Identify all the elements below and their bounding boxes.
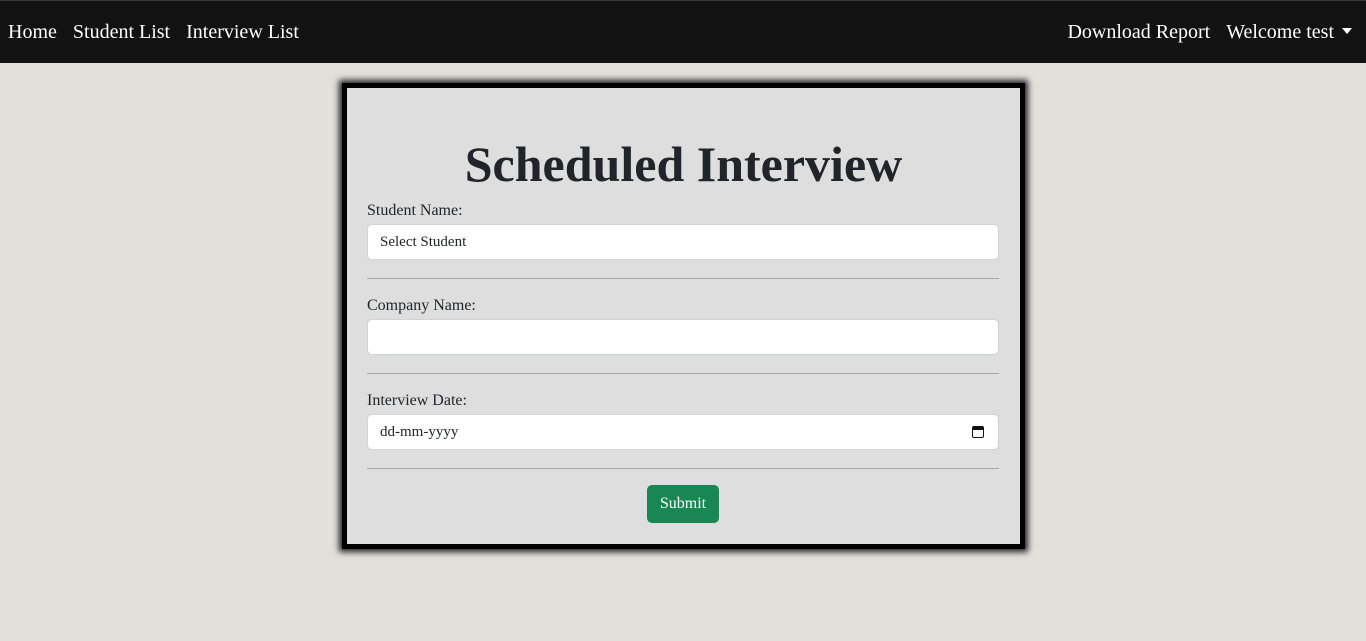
- company-name-label: Company Name:: [367, 297, 476, 314]
- schedule-interview-card: Scheduled Interview Student Name: Select…: [342, 83, 1025, 549]
- calendar-icon[interactable]: [972, 426, 984, 438]
- nav-link-interview-list[interactable]: Interview List: [186, 21, 299, 44]
- student-select-value: Select Student: [380, 233, 467, 250]
- page-title: Scheduled Interview: [464, 136, 903, 192]
- user-menu-label: Welcome test: [1226, 21, 1334, 43]
- student-name-label: Student Name:: [367, 202, 463, 219]
- nav-right-links: Download Report Welcome test: [1067, 1, 1352, 64]
- company-name-group: Company Name:: [367, 297, 999, 355]
- nav-link-home[interactable]: Home: [8, 21, 57, 44]
- divider: [367, 278, 999, 279]
- student-select[interactable]: Select Student: [367, 224, 999, 260]
- interview-date-input[interactable]: dd-mm-yyyy: [367, 414, 999, 450]
- interview-date-group: Interview Date: dd-mm-yyyy: [367, 392, 999, 450]
- divider: [367, 468, 999, 469]
- interview-date-label: Interview Date:: [367, 392, 467, 409]
- divider: [367, 373, 999, 374]
- user-menu-dropdown[interactable]: Welcome test: [1226, 21, 1352, 44]
- nav-link-student-list[interactable]: Student List: [73, 21, 170, 44]
- download-report-link[interactable]: Download Report: [1067, 21, 1210, 44]
- company-name-input[interactable]: [367, 319, 999, 355]
- nav-left-links: Home Student List Interview List: [8, 1, 299, 64]
- interview-date-placeholder: dd-mm-yyyy: [380, 423, 459, 440]
- student-name-group: Student Name: Select Student: [367, 202, 999, 260]
- chevron-down-icon: [1342, 27, 1352, 34]
- top-navbar: Home Student List Interview List Downloa…: [0, 0, 1366, 63]
- submit-button[interactable]: Submit: [647, 485, 719, 523]
